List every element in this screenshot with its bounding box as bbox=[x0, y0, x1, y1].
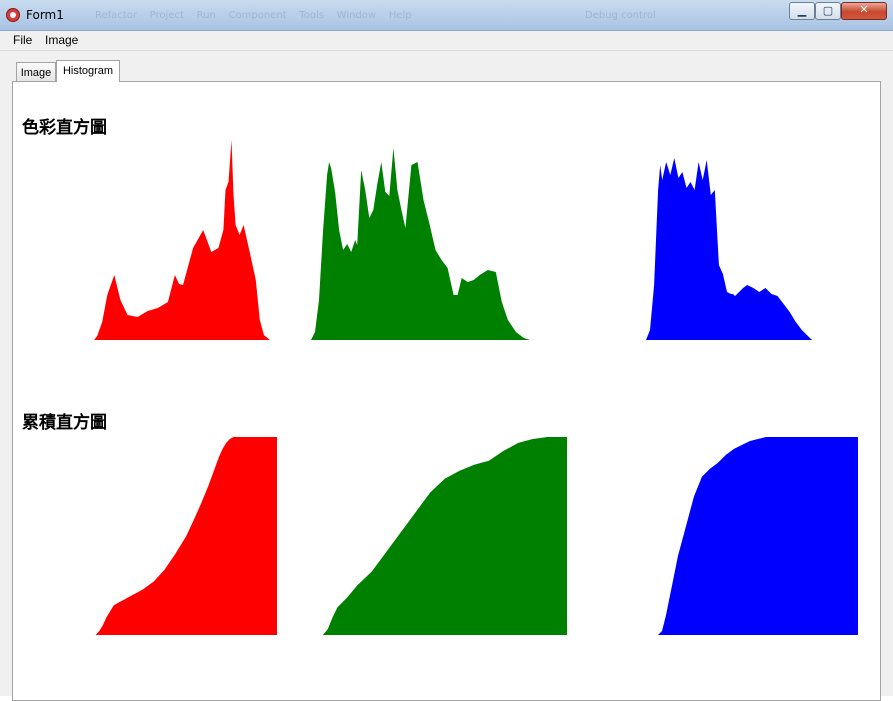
histogram-green-area bbox=[311, 148, 542, 340]
cumulative-red-area bbox=[92, 437, 277, 635]
histogram-blue-area bbox=[646, 158, 816, 340]
tab-histogram[interactable]: Histogram bbox=[56, 60, 120, 82]
cumulative-blue-area bbox=[654, 437, 858, 635]
histogram-charts bbox=[82, 140, 858, 635]
histogram-red-area bbox=[82, 140, 278, 340]
cumulative-green-area bbox=[318, 437, 567, 635]
